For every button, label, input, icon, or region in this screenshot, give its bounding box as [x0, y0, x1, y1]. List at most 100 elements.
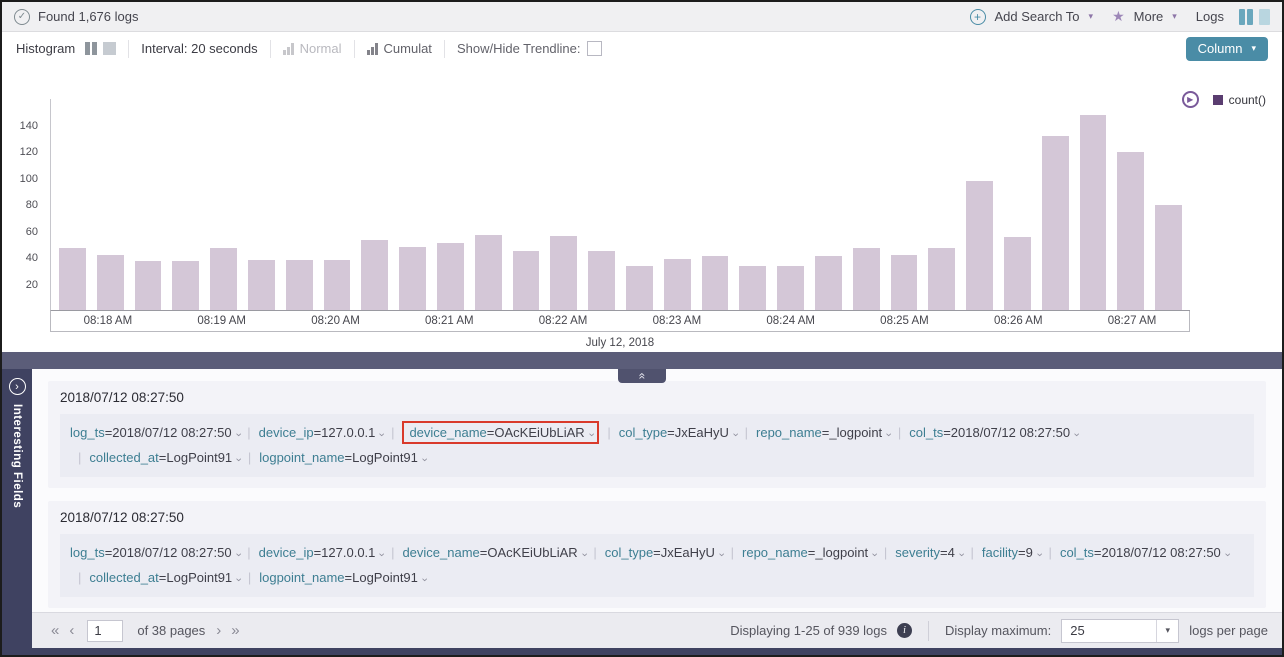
display-maximum-value: 25	[1062, 623, 1156, 638]
field-name: logpoint_name	[259, 450, 344, 465]
block-view-toggle-icon[interactable]	[103, 42, 116, 55]
add-search-caret-icon[interactable]: ▾	[1089, 11, 1094, 22]
histogram-bar[interactable]	[815, 256, 842, 310]
interesting-fields-sidebar[interactable]: › Interesting Fields	[2, 369, 32, 648]
field-value: =127.0.0.1	[314, 545, 376, 560]
histogram-bar[interactable]	[1080, 115, 1107, 310]
add-search-to-button[interactable]: Add Search To	[995, 9, 1080, 24]
field-name: collected_at	[89, 450, 158, 465]
histogram-bar[interactable]	[135, 261, 162, 310]
field-dropdown-icon[interactable]: ›	[863, 553, 884, 557]
field-dropdown-icon[interactable]: ›	[227, 458, 248, 462]
field-dropdown-icon[interactable]: ›	[227, 433, 248, 437]
field-dropdown-icon[interactable]: ›	[227, 553, 248, 557]
field-dropdown-icon[interactable]: ›	[710, 553, 731, 557]
trendline-checkbox[interactable]	[587, 41, 602, 56]
log-field-device_name[interactable]: device_name=OAcKEiUbLiAR›	[402, 545, 585, 560]
field-separator: |	[391, 425, 394, 440]
histogram-bar[interactable]	[97, 255, 124, 310]
split-view-button[interactable]	[1239, 9, 1253, 25]
field-dropdown-icon[interactable]: ›	[413, 458, 434, 462]
log-field-device_ip[interactable]: device_ip=127.0.0.1›	[259, 425, 383, 440]
info-icon[interactable]: i	[897, 623, 912, 638]
histogram-bar[interactable]	[1042, 136, 1069, 310]
field-value: =JxEaHyU	[653, 545, 715, 560]
histogram-bar[interactable]	[739, 266, 766, 310]
log-field-col_type[interactable]: col_type=JxEaHyU›	[605, 545, 723, 560]
log-entries: 2018/07/12 08:27:50log_ts=2018/07/12 08:…	[32, 369, 1282, 612]
single-view-button[interactable]	[1259, 9, 1270, 25]
histogram-bar[interactable]	[1155, 205, 1182, 311]
field-dropdown-icon[interactable]: ›	[950, 553, 971, 557]
histogram-bar[interactable]	[248, 260, 275, 310]
log-field-logpoint_name[interactable]: logpoint_name=LogPoint91›	[259, 570, 425, 585]
histogram-bar[interactable]	[588, 251, 615, 310]
more-caret-icon[interactable]: ▾	[1172, 11, 1177, 22]
log-field-log_ts[interactable]: log_ts=2018/07/12 08:27:50›	[70, 545, 239, 560]
field-dropdown-icon[interactable]: ›	[371, 433, 392, 437]
display-maximum-select[interactable]: 25 ▾	[1061, 619, 1179, 643]
histogram-bar[interactable]	[437, 243, 464, 310]
histogram-bar[interactable]	[928, 248, 955, 310]
last-page-button[interactable]: »	[226, 622, 244, 639]
collapse-chart-button[interactable]: «	[618, 369, 666, 383]
log-field-col_type[interactable]: col_type=JxEaHyU›	[619, 425, 737, 440]
log-field-log_ts[interactable]: log_ts=2018/07/12 08:27:50›	[70, 425, 239, 440]
field-dropdown-icon[interactable]: ›	[580, 433, 601, 437]
histogram-bar[interactable]	[361, 240, 388, 310]
histogram-bar[interactable]	[513, 251, 540, 310]
column-dropdown-button[interactable]: Column ▾	[1186, 37, 1268, 61]
prev-page-button[interactable]: ‹	[64, 622, 79, 639]
histogram-bar[interactable]	[777, 266, 804, 310]
field-value: =OAcKEiUbLiAR	[487, 425, 585, 440]
field-value: =2018/07/12 08:27:50	[1094, 545, 1221, 560]
histogram-bar[interactable]	[324, 260, 351, 310]
histogram-bar[interactable]	[475, 235, 502, 310]
field-dropdown-icon[interactable]: ›	[371, 553, 392, 557]
normal-mode-button[interactable]: Normal	[283, 41, 342, 56]
field-dropdown-icon[interactable]: ›	[1216, 553, 1237, 557]
field-dropdown-icon[interactable]: ›	[724, 433, 745, 437]
histogram-view-toggle-icon[interactable]	[85, 42, 97, 55]
log-field-logpoint_name[interactable]: logpoint_name=LogPoint91›	[259, 450, 425, 465]
histogram-bar[interactable]	[966, 181, 993, 310]
histogram-bar[interactable]	[1117, 152, 1144, 310]
histogram-bar[interactable]	[59, 248, 86, 310]
log-entry: 2018/07/12 08:27:50log_ts=2018/07/12 08:…	[48, 501, 1266, 608]
log-field-device_name[interactable]: device_name=OAcKEiUbLiAR›	[402, 421, 599, 444]
histogram-bar[interactable]	[891, 255, 918, 310]
log-field-col_ts[interactable]: col_ts=2018/07/12 08:27:50›	[1060, 545, 1229, 560]
field-separator: |	[78, 450, 81, 465]
histogram-bar[interactable]	[853, 248, 880, 310]
field-dropdown-icon[interactable]: ›	[573, 553, 594, 557]
log-field-facility[interactable]: facility=9›	[982, 545, 1041, 560]
log-field-repo_name[interactable]: repo_name=_logpoint›	[742, 545, 876, 560]
more-button[interactable]: More	[1134, 9, 1164, 24]
histogram-bar[interactable]	[664, 259, 691, 310]
histogram-bar[interactable]	[210, 248, 237, 310]
histogram-bar[interactable]	[286, 260, 313, 310]
page-input[interactable]	[87, 620, 123, 642]
x-tick-label: 08:21 AM	[392, 311, 506, 331]
histogram-bar[interactable]	[626, 266, 653, 310]
field-dropdown-icon[interactable]: ›	[227, 578, 248, 582]
histogram-bar[interactable]	[550, 236, 577, 310]
expand-fields-icon[interactable]: ›	[9, 378, 26, 395]
first-page-button[interactable]: «	[46, 622, 64, 639]
log-field-device_ip[interactable]: device_ip=127.0.0.1›	[259, 545, 383, 560]
histogram-bar[interactable]	[1004, 237, 1031, 310]
log-field-severity[interactable]: severity=4›	[895, 545, 962, 560]
field-dropdown-icon[interactable]: ›	[877, 433, 898, 437]
log-field-collected_at[interactable]: collected_at=LogPoint91›	[89, 450, 239, 465]
field-dropdown-icon[interactable]: ›	[1065, 433, 1086, 437]
field-dropdown-icon[interactable]: ›	[413, 578, 434, 582]
cumulative-mode-button[interactable]: Cumulat	[367, 41, 432, 56]
histogram-bar[interactable]	[399, 247, 426, 310]
field-dropdown-icon[interactable]: ›	[1028, 553, 1049, 557]
histogram-bar[interactable]	[172, 261, 199, 310]
log-field-collected_at[interactable]: collected_at=LogPoint91›	[89, 570, 239, 585]
histogram-bar[interactable]	[702, 256, 729, 310]
next-page-button[interactable]: ›	[211, 622, 226, 639]
log-field-col_ts[interactable]: col_ts=2018/07/12 08:27:50›	[909, 425, 1078, 440]
log-field-repo_name[interactable]: repo_name=_logpoint›	[756, 425, 890, 440]
